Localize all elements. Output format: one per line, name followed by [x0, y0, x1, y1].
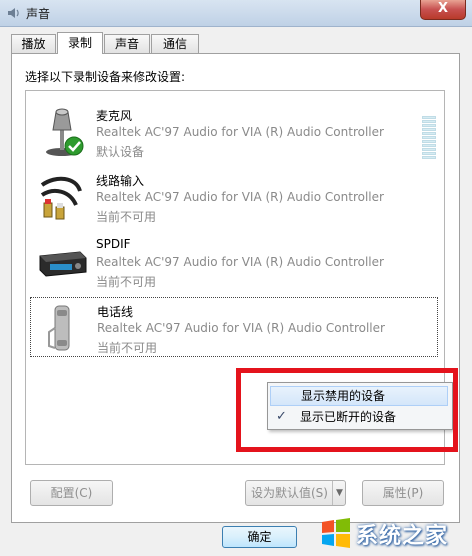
speaker-icon	[8, 8, 19, 18]
watermark: 系统之家	[308, 512, 472, 556]
device-name: 线路输入	[96, 174, 145, 188]
windows-logo-icon	[322, 518, 350, 548]
tab-communications[interactable]: 通信	[151, 34, 199, 53]
watermark-text: 系统之家	[356, 524, 449, 549]
tab-sounds[interactable]: 声音	[104, 34, 150, 53]
device-name: SPDIF	[96, 237, 131, 251]
window-title: 声音	[26, 7, 51, 21]
spdif-device-icon	[39, 251, 87, 277]
close-button[interactable]: X	[420, 0, 466, 20]
tab-recording[interactable]: 录制	[57, 32, 103, 54]
chevron-down-icon[interactable]: ▼	[332, 481, 346, 505]
device-status: 默认设备	[96, 145, 145, 159]
device-description: Realtek AC'97 Audio for VIA (R) Audio Co…	[97, 321, 385, 335]
device-status: 当前不可用	[96, 275, 157, 289]
set-default-label: 设为默认值(S)	[251, 486, 328, 500]
device-item-spdif[interactable]: SPDIF Realtek AC'97 Audio for VIA (R) Au…	[30, 232, 438, 292]
annotation-highlight-box	[236, 368, 458, 452]
device-name: 电话线	[97, 305, 134, 319]
tab-playback[interactable]: 播放	[11, 34, 56, 53]
device-item-telephone[interactable]: 电话线 Realtek AC'97 Audio for VIA (R) Audi…	[30, 297, 438, 357]
device-item-line-in[interactable]: 线路输入 Realtek AC'97 Audio for VIA (R) Aud…	[30, 167, 438, 227]
configure-button[interactable]: 配置(C)	[30, 480, 113, 506]
rca-cable-icon	[40, 176, 82, 220]
device-name: 麦克风	[96, 109, 133, 123]
device-status: 当前不可用	[96, 210, 157, 224]
instruction-text: 选择以下录制设备来修改设置:	[25, 70, 186, 84]
device-status: 当前不可用	[97, 341, 158, 355]
title-bar: 声音 X	[0, 0, 472, 27]
microphone-icon	[46, 108, 84, 156]
device-description: Realtek AC'97 Audio for VIA (R) Audio Co…	[96, 125, 384, 139]
properties-button[interactable]: 属性(P)	[362, 480, 444, 506]
device-description: Realtek AC'97 Audio for VIA (R) Audio Co…	[96, 255, 384, 269]
device-item-microphone[interactable]: 麦克风 Realtek AC'97 Audio for VIA (R) Audi…	[30, 102, 438, 162]
level-meter	[422, 116, 436, 162]
ok-button[interactable]: 确定	[222, 526, 297, 548]
device-description: Realtek AC'97 Audio for VIA (R) Audio Co…	[96, 190, 384, 204]
telephone-handset-icon	[48, 305, 70, 351]
set-default-split-button[interactable]: 设为默认值(S) ▼	[245, 480, 346, 506]
